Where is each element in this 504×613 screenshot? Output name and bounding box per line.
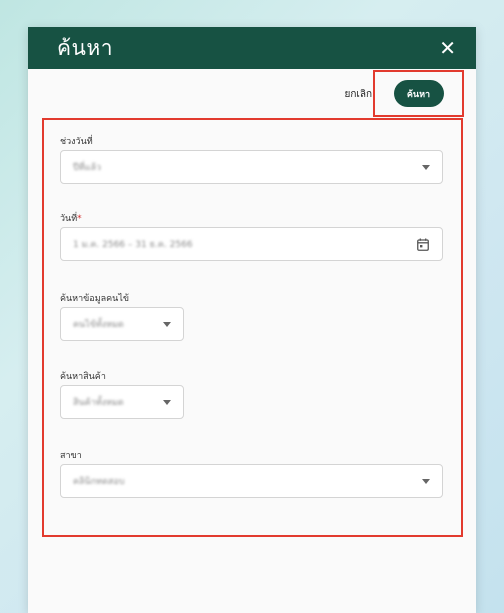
product-search-label: ค้นหาสินค้า: [60, 372, 106, 382]
branch-value: คลินิกทดสอบ: [73, 477, 125, 487]
chevron-down-icon: [163, 321, 171, 327]
date-range-input[interactable]: 1 ม.ค. 2566 – 31 ธ.ค. 2566: [60, 227, 443, 261]
chevron-down-icon: [422, 478, 430, 484]
dialog-header: ค้นหา ✕: [28, 27, 476, 69]
patient-search-value: คนไข้ทั้งหมด: [73, 320, 124, 330]
date-value: 1 ม.ค. 2566 – 31 ธ.ค. 2566: [73, 240, 193, 250]
close-icon[interactable]: ✕: [439, 38, 456, 58]
dialog-title: ค้นหา: [57, 35, 114, 60]
date-range-label: ช่วงวันที่: [60, 137, 93, 147]
search-button-highlight: ค้นหา: [373, 70, 464, 117]
chevron-down-icon: [163, 399, 171, 405]
cancel-button[interactable]: ยกเลิก: [344, 87, 372, 102]
date-label-text: วันที่: [60, 214, 78, 224]
product-search-select[interactable]: สินค้าทั้งหมด: [60, 385, 184, 419]
date-range-select[interactable]: ปีที่แล้ว: [60, 150, 443, 184]
search-dialog: ค้นหา ✕ ยกเลิก ค้นหา ช่วงวันที่ ปีที่แล้…: [28, 27, 476, 613]
chevron-down-icon: [422, 164, 430, 170]
date-range-value: ปีที่แล้ว: [73, 163, 102, 173]
branch-label: สาขา: [60, 451, 82, 461]
required-mark: *: [77, 214, 82, 224]
search-button[interactable]: ค้นหา: [393, 80, 444, 107]
calendar-icon[interactable]: [416, 237, 430, 251]
date-label: วันที่*: [60, 211, 82, 225]
search-form-highlight: ช่วงวันที่ ปีที่แล้ว วันที่* 1 ม.ค. 2566…: [42, 118, 463, 537]
patient-search-select[interactable]: คนไข้ทั้งหมด: [60, 307, 184, 341]
patient-search-label: ค้นหาข้อมูลคนไข้: [60, 294, 130, 304]
branch-select[interactable]: คลินิกทดสอบ: [60, 464, 443, 498]
product-search-value: สินค้าทั้งหมด: [73, 398, 124, 408]
action-bar: ยกเลิก ค้นหา: [28, 69, 476, 117]
